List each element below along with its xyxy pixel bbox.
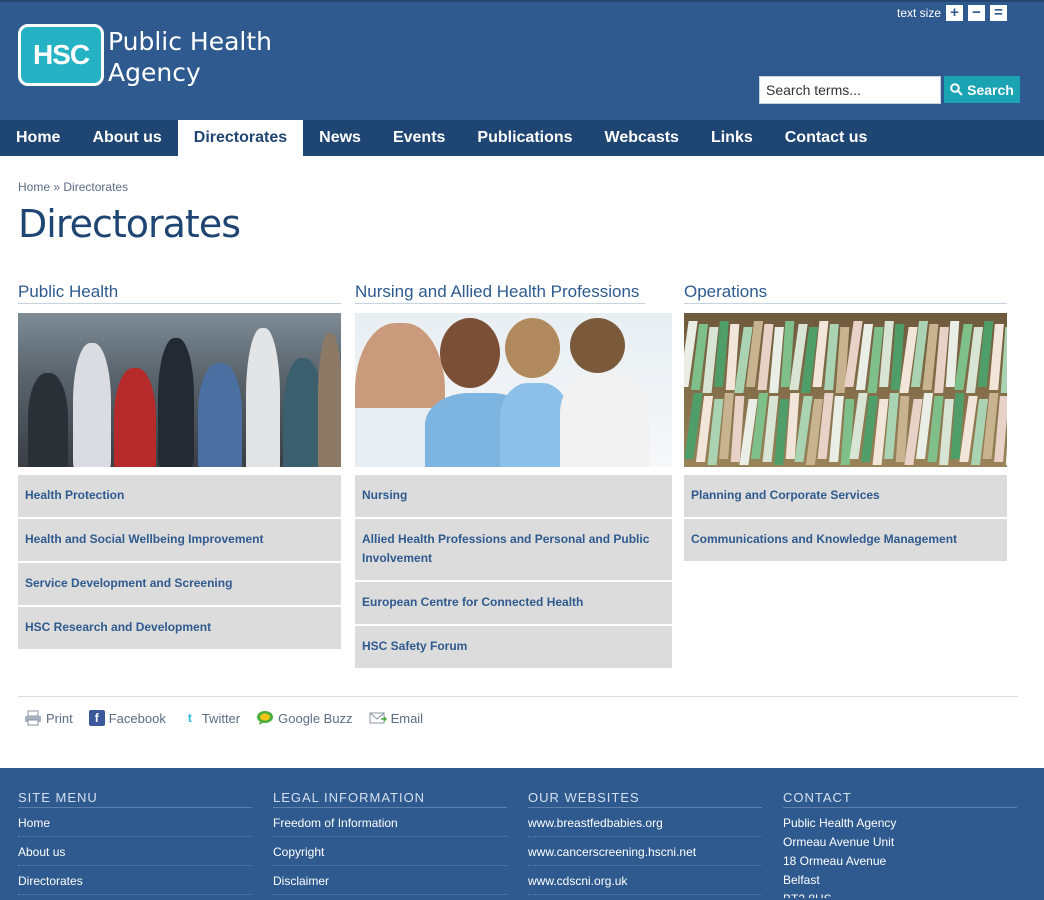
directorate-column-operations: Operations Planning and Corporate Servic…	[684, 282, 1007, 563]
site-footer: SITE MENU Home About us Directorates LEGAL…	[0, 768, 1044, 900]
footer-link[interactable]: Disclaimer	[273, 866, 507, 895]
files-shelf-photo[interactable]	[684, 313, 1007, 467]
share-label: Print	[46, 710, 73, 726]
share-label: Twitter	[201, 710, 241, 726]
agency-name-line2: Agency	[108, 58, 201, 87]
footer-link[interactable]: Directorates	[18, 866, 252, 895]
hsc-logo[interactable]: HSC	[18, 24, 104, 86]
directorate-link[interactable]: Planning and Corporate Services	[684, 475, 1007, 517]
footer-legal-information: LEGAL INFORMATION Freedom of Information…	[273, 790, 507, 895]
google-buzz-icon	[257, 711, 274, 725]
nav-item-about-us[interactable]: About us	[76, 120, 177, 156]
footer-column-title: SITE MENU	[18, 790, 252, 808]
email-icon	[369, 712, 387, 724]
directorate-link[interactable]: Nursing	[355, 475, 672, 517]
footer-link[interactable]: Freedom of Information	[273, 808, 507, 837]
footer-link[interactable]: www.cancerscreening.hscni.net	[528, 837, 762, 866]
footer-link[interactable]: About us	[18, 837, 252, 866]
agency-name-line1: Public Health	[108, 27, 273, 56]
logo-mark: HSC	[32, 39, 90, 70]
share-label: Google Buzz	[278, 710, 353, 726]
breadcrumb-current: Directorates	[63, 180, 129, 194]
facebook-link[interactable]: f Facebook	[88, 710, 166, 726]
footer-link[interactable]: www.breastfedbabies.org	[528, 808, 762, 837]
page-title: Directorates	[18, 202, 241, 246]
nurses-with-child-photo[interactable]	[355, 313, 672, 467]
search-input[interactable]	[759, 76, 941, 104]
share-divider	[18, 696, 1018, 697]
footer-link[interactable]: Copyright	[273, 837, 507, 866]
column-title[interactable]: Operations	[684, 282, 1007, 304]
facebook-icon: f	[88, 710, 105, 726]
share-label: Email	[390, 710, 424, 726]
google-buzz-link[interactable]: Google Buzz	[256, 710, 353, 726]
contact-line: 18 Ormeau Avenue	[783, 854, 887, 868]
share-label: Facebook	[108, 710, 166, 726]
text-size-decrease-icon[interactable]: −	[968, 5, 986, 21]
footer-site-menu: SITE MENU Home About us Directorates	[18, 790, 252, 895]
breadcrumb-home[interactable]: Home	[18, 180, 50, 194]
footer-column-title: OUR WEBSITES	[528, 790, 762, 808]
nav-item-links[interactable]: Links	[695, 120, 769, 156]
nav-item-news[interactable]: News	[303, 120, 377, 156]
directorate-link[interactable]: European Centre for Connected Health	[355, 582, 672, 624]
breadcrumb-separator: »	[53, 180, 61, 194]
printer-icon	[25, 710, 41, 726]
footer-our-websites: OUR WEBSITES www.breastfedbabies.org www.…	[528, 790, 762, 895]
share-bar: Print f Facebook t Twitter Google Buzz E…	[24, 710, 423, 726]
nav-item-events[interactable]: Events	[377, 120, 461, 156]
print-link[interactable]: Print	[24, 710, 73, 726]
directorate-links-list: Nursing Allied Health Professions and Per…	[355, 475, 672, 668]
column-title[interactable]: Nursing and Allied Health Professions	[355, 282, 645, 304]
footer-link[interactable]: www.cdscni.org.uk	[528, 866, 762, 895]
text-size-increase-icon[interactable]: +	[946, 5, 964, 21]
email-link[interactable]: Email	[369, 710, 424, 726]
search-icon	[950, 83, 963, 96]
directorate-link[interactable]: Allied Health Professions and Personal a…	[355, 519, 672, 580]
breadcrumb: Home » Directorates	[18, 180, 128, 194]
main-nav: Home About us Directorates News Events Public…	[0, 120, 1044, 156]
directorate-link[interactable]: Communications and Knowledge Management	[684, 519, 1007, 561]
contact-line: Public Health Agency	[783, 816, 897, 830]
directorate-link[interactable]: Health Protection	[18, 475, 341, 517]
footer-contact: CONTACT Public Health Agency Ormeau Avenu…	[783, 790, 1017, 898]
twitter-icon: t	[181, 710, 198, 726]
footer-link[interactable]: Home	[18, 808, 252, 837]
site-header: HSC Public Health Agency text size + − =…	[0, 0, 1044, 120]
nav-item-publications[interactable]: Publications	[461, 120, 588, 156]
text-size-controls: text size + − =	[897, 5, 1008, 21]
text-size-reset-icon[interactable]: =	[990, 5, 1008, 21]
nav-item-home[interactable]: Home	[0, 120, 76, 156]
directorate-links-list: Planning and Corporate Services Communica…	[684, 475, 1007, 561]
contact-line: Ormeau Avenue Unit	[783, 835, 895, 849]
directorate-links-list: Health Protection Health and Social Wellb…	[18, 475, 341, 649]
directorate-link[interactable]: HSC Safety Forum	[355, 626, 672, 668]
crowd-photo[interactable]	[18, 313, 341, 467]
directorate-link[interactable]: Service Development and Screening	[18, 563, 341, 605]
agency-name[interactable]: Public Health Agency	[108, 26, 272, 88]
nav-item-directorates[interactable]: Directorates	[177, 120, 304, 156]
directorate-column-public-health: Public Health Health Protection Health an…	[18, 282, 341, 651]
nav-item-webcasts[interactable]: Webcasts	[589, 120, 695, 156]
directorate-link[interactable]: Health and Social Wellbeing Improvement	[18, 519, 341, 561]
footer-column-title: CONTACT	[783, 790, 1017, 808]
text-size-label: text size	[897, 6, 942, 20]
directorate-column-nursing: Nursing and Allied Health Professions Nu…	[355, 282, 672, 670]
column-title[interactable]: Public Health	[18, 282, 341, 304]
twitter-link[interactable]: t Twitter	[181, 710, 241, 726]
contact-line: Belfast	[783, 873, 820, 887]
footer-column-title: LEGAL INFORMATION	[273, 790, 507, 808]
directorate-link[interactable]: HSC Research and Development	[18, 607, 341, 649]
search-button-label: Search	[967, 81, 1014, 98]
contact-line: BT2 8HS	[783, 890, 1017, 898]
search-button[interactable]: Search	[944, 76, 1020, 103]
nav-item-contact-us[interactable]: Contact us	[769, 120, 884, 156]
